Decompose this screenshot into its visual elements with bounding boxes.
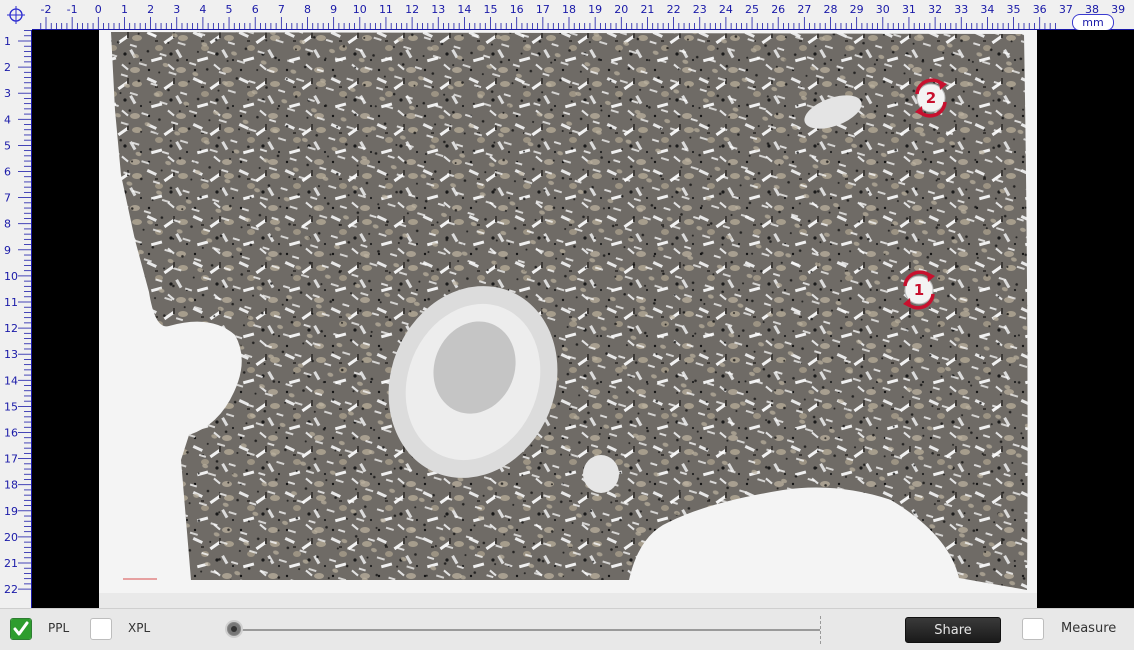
ruler-tick-label: 17 xyxy=(4,453,18,466)
ruler-tick-label: 11 xyxy=(4,296,18,309)
ruler-tick-label: 25 xyxy=(745,3,759,16)
ruler-tick-label: 21 xyxy=(4,557,18,570)
ruler-tick-label: 28 xyxy=(824,3,838,16)
ruler-tick-label: 14 xyxy=(457,3,471,16)
ruler-tick-label: 10 xyxy=(4,270,18,283)
ruler-tick-label: 9 xyxy=(4,244,11,257)
rock-crystals xyxy=(111,32,1028,590)
measure-label: Measure xyxy=(1061,621,1117,636)
ruler-tick-label: 16 xyxy=(510,3,524,16)
ruler-tick-label: 27 xyxy=(797,3,811,16)
ruler-tick-label: 4 xyxy=(4,113,11,126)
ruler-tick-label: 22 xyxy=(4,583,18,596)
checkmark-icon xyxy=(11,619,31,639)
ruler-tick-label: 6 xyxy=(252,3,259,16)
measure-checkbox[interactable] xyxy=(1022,618,1044,640)
ruler-tick-label: 35 xyxy=(1007,3,1021,16)
ruler-tick-label: 5 xyxy=(226,3,233,16)
ruler-tick-label: 36 xyxy=(1033,3,1047,16)
ruler-tick-label: 13 xyxy=(431,3,445,16)
ruler-tick-label: 22 xyxy=(667,3,681,16)
xpl-checkbox[interactable] xyxy=(90,618,112,640)
ruler-tick-label: 6 xyxy=(4,166,11,179)
ruler-tick-label: 37 xyxy=(1059,3,1073,16)
ruler-tick-label: 15 xyxy=(4,400,18,413)
ruler-tick-label: -1 xyxy=(67,3,78,16)
ruler-tick-label: 9 xyxy=(330,3,337,16)
ruler-tick-label: 2 xyxy=(4,61,11,74)
ruler-tick-label: 16 xyxy=(4,427,18,440)
ruler-tick-label: 19 xyxy=(588,3,602,16)
left-ruler-scale: 12345678910111213141516171819202122 xyxy=(4,30,32,608)
ruler-tick-label: 3 xyxy=(173,3,180,16)
ruler-tick-label: 13 xyxy=(4,348,18,361)
hotspot-label: 1 xyxy=(913,281,925,299)
bottom-toolbar: PPL XPL Share Measure xyxy=(0,608,1134,650)
ruler-tick-label: 7 xyxy=(278,3,285,16)
hotspot-2[interactable]: 2 xyxy=(909,76,953,120)
hotspot-label: 2 xyxy=(925,89,937,107)
rotation-slider-track[interactable] xyxy=(232,629,820,631)
ruler-tick-label: 8 xyxy=(4,218,11,231)
ruler-tick-label: 23 xyxy=(693,3,707,16)
ruler-tick-label: 21 xyxy=(640,3,654,16)
small-vesicle xyxy=(583,455,619,493)
top-ruler: -2 -1 0 1 2 3 4 5 6 7 8 9 10 11 12 13 14 15 16 17 18 19 20 21 22… xyxy=(0,0,1134,31)
ruler-tick-label: 20 xyxy=(4,531,18,544)
ruler-tick-label: 12 xyxy=(405,3,419,16)
ruler-tick-label: 18 xyxy=(4,479,18,492)
slider-end-marker xyxy=(820,616,822,644)
ruler-tick-label: 11 xyxy=(379,3,393,16)
thin-section-viewer: -2 -1 0 1 2 3 4 5 6 7 8 9 10 11 12 13 14 15 16 17 18 19 20 21 22… xyxy=(0,0,1134,650)
image-viewport[interactable]: 2 1 xyxy=(32,30,1134,608)
ruler-origin-crosshair[interactable] xyxy=(0,0,32,30)
ruler-tick-label: 0 xyxy=(95,3,102,16)
hotspot-1[interactable]: 1 xyxy=(897,268,941,312)
ruler-tick-label: 12 xyxy=(4,322,18,335)
ruler-tick-label: 20 xyxy=(614,3,628,16)
share-button[interactable]: Share xyxy=(905,617,1001,643)
ruler-tick-label: 14 xyxy=(4,374,18,387)
xpl-label: XPL xyxy=(128,621,151,635)
ruler-tick-label: 8 xyxy=(304,3,311,16)
ruler-tick-label: 10 xyxy=(353,3,367,16)
ruler-tick-label: 34 xyxy=(980,3,994,16)
left-ruler: 1 2 3 4 5 6 7 8 9 10 11 12 13 14 15 16 17 18 19 20 21 22 xyxy=(0,30,32,608)
top-ruler-scale: -2 -1 0 1 2 3 4 5 6 7 8 9 10 11 12 13 14 15 16 17 18 19 20 21 22… xyxy=(32,3,1134,30)
ppl-checkbox[interactable] xyxy=(10,618,32,640)
ruler-tick-label: 2 xyxy=(147,3,154,16)
ruler-tick-label: 19 xyxy=(4,505,18,518)
thin-section-image[interactable]: 2 1 xyxy=(99,30,1037,593)
ruler-tick-label: 32 xyxy=(928,3,942,16)
rotation-slider-knob[interactable] xyxy=(225,620,243,638)
ruler-tick-label: 3 xyxy=(4,87,11,100)
slide-edge xyxy=(99,593,1037,608)
ruler-tick-label: 1 xyxy=(121,3,128,16)
ruler-tick-label: 17 xyxy=(536,3,550,16)
ppl-label: PPL xyxy=(48,621,70,635)
ruler-tick-label: 26 xyxy=(771,3,785,16)
ruler-tick-label: 15 xyxy=(484,3,498,16)
ruler-tick-label: 33 xyxy=(954,3,968,16)
ruler-tick-label: 24 xyxy=(719,3,733,16)
ruler-tick-label: -2 xyxy=(41,3,52,16)
ruler-tick-label: 30 xyxy=(876,3,890,16)
ruler-tick-label: 31 xyxy=(902,3,916,16)
ruler-tick-label: 29 xyxy=(850,3,864,16)
ruler-tick-label: 39 xyxy=(1111,3,1125,16)
crosshair-icon xyxy=(7,6,25,24)
ruler-tick-label: 4 xyxy=(199,3,206,16)
ruler-tick-label: 1 xyxy=(4,35,11,48)
ruler-tick-label: 5 xyxy=(4,139,11,152)
ruler-tick-label: 18 xyxy=(562,3,576,16)
unit-badge[interactable]: mm xyxy=(1072,14,1114,31)
ruler-tick-label: 7 xyxy=(4,192,11,205)
